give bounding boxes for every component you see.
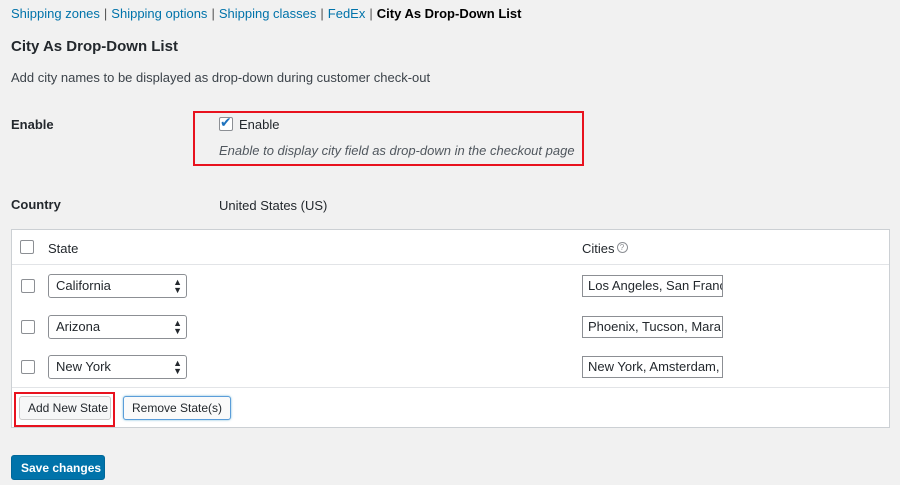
header-divider: [12, 264, 889, 265]
subnav-fedex[interactable]: FedEx: [328, 6, 366, 21]
state-column-header: State: [48, 241, 79, 256]
subnav-shipping-options[interactable]: Shipping options: [111, 6, 207, 21]
enable-hint: Enable to display city field as drop-dow…: [219, 143, 575, 158]
save-changes-button[interactable]: Save changes: [11, 455, 105, 480]
select-arrows-icon: ▲ ▼: [173, 277, 182, 295]
section-title: City As Drop-Down List: [11, 38, 178, 55]
enable-checkbox[interactable]: ✔: [219, 114, 233, 131]
country-value: United States (US): [219, 198, 328, 213]
subnav-separator: |: [211, 6, 215, 21]
cities-input[interactable]: Los Angeles, San Francisco: [582, 275, 723, 297]
state-select-value: Arizona: [56, 319, 101, 334]
footer-divider: [12, 387, 889, 388]
country-label: Country: [11, 197, 61, 212]
state-select-value: California: [56, 278, 111, 293]
enable-row-label: Enable: [11, 117, 54, 132]
enable-checkbox-label[interactable]: Enable: [239, 117, 279, 132]
state-select-value: New York: [56, 359, 111, 374]
state-select[interactable]: New York ▲ ▼: [48, 355, 187, 379]
checkmark-icon: ✔: [220, 114, 232, 130]
row-checkbox[interactable]: [21, 360, 35, 374]
subnav-separator: |: [320, 6, 324, 21]
cities-input[interactable]: Phoenix, Tucson, Mara: [582, 316, 723, 338]
row-checkbox[interactable]: [21, 320, 35, 334]
state-select[interactable]: Arizona ▲ ▼: [48, 315, 187, 339]
shipping-subnav: Shipping zones | Shipping options | Shipping…: [11, 6, 521, 21]
help-icon[interactable]: ?: [616, 242, 628, 253]
select-arrows-icon: ▲ ▼: [173, 318, 182, 336]
cities-column-header: Cities?: [582, 241, 628, 256]
add-new-state-button[interactable]: Add New State: [19, 396, 111, 420]
cities-header-label: Cities: [582, 241, 615, 256]
section-description: Add city names to be displayed as drop-d…: [11, 70, 431, 85]
state-select[interactable]: California ▲ ▼: [48, 274, 187, 298]
subnav-shipping-zones[interactable]: Shipping zones: [11, 6, 100, 21]
subnav-current-city-dropdown: City As Drop-Down List: [376, 6, 522, 21]
subnav-separator: |: [369, 6, 373, 21]
row-checkbox[interactable]: [21, 279, 35, 293]
select-arrows-icon: ▲ ▼: [173, 358, 182, 376]
select-all-checkbox[interactable]: [20, 240, 34, 254]
cities-input[interactable]: New York, Amsterdam,: [582, 356, 723, 378]
subnav-shipping-classes[interactable]: Shipping classes: [219, 6, 317, 21]
remove-states-button[interactable]: Remove State(s): [123, 396, 232, 420]
subnav-separator: |: [103, 6, 108, 21]
